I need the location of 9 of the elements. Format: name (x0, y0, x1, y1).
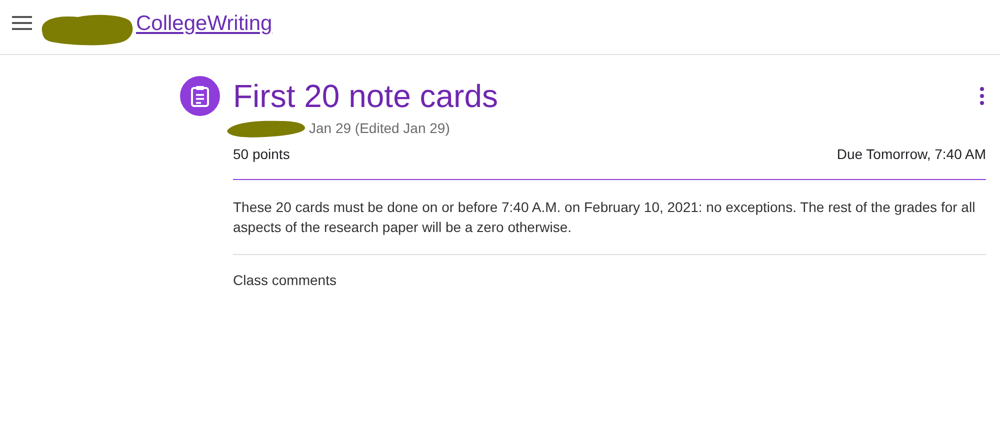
assignment-icon (180, 76, 220, 116)
class-link[interactable]: CollegeWriting (136, 12, 272, 36)
class-comments-heading: Class comments (233, 272, 338, 288)
posted-date: Jan 29 (Edited Jan 29) (309, 120, 450, 136)
points: 50 points (233, 146, 290, 162)
assignment-description: These 20 cards must be done on or before 7:40 A.M. on February 10, 2021: no exceptions. The rest of the grades for all aspects of the research paper will be a zero otherwise. (233, 180, 986, 255)
menu-icon[interactable] (12, 16, 32, 30)
assignment-title: First 20 note cards (233, 77, 498, 116)
due-date: Due Tomorrow, 7:40 AM (836, 146, 986, 162)
